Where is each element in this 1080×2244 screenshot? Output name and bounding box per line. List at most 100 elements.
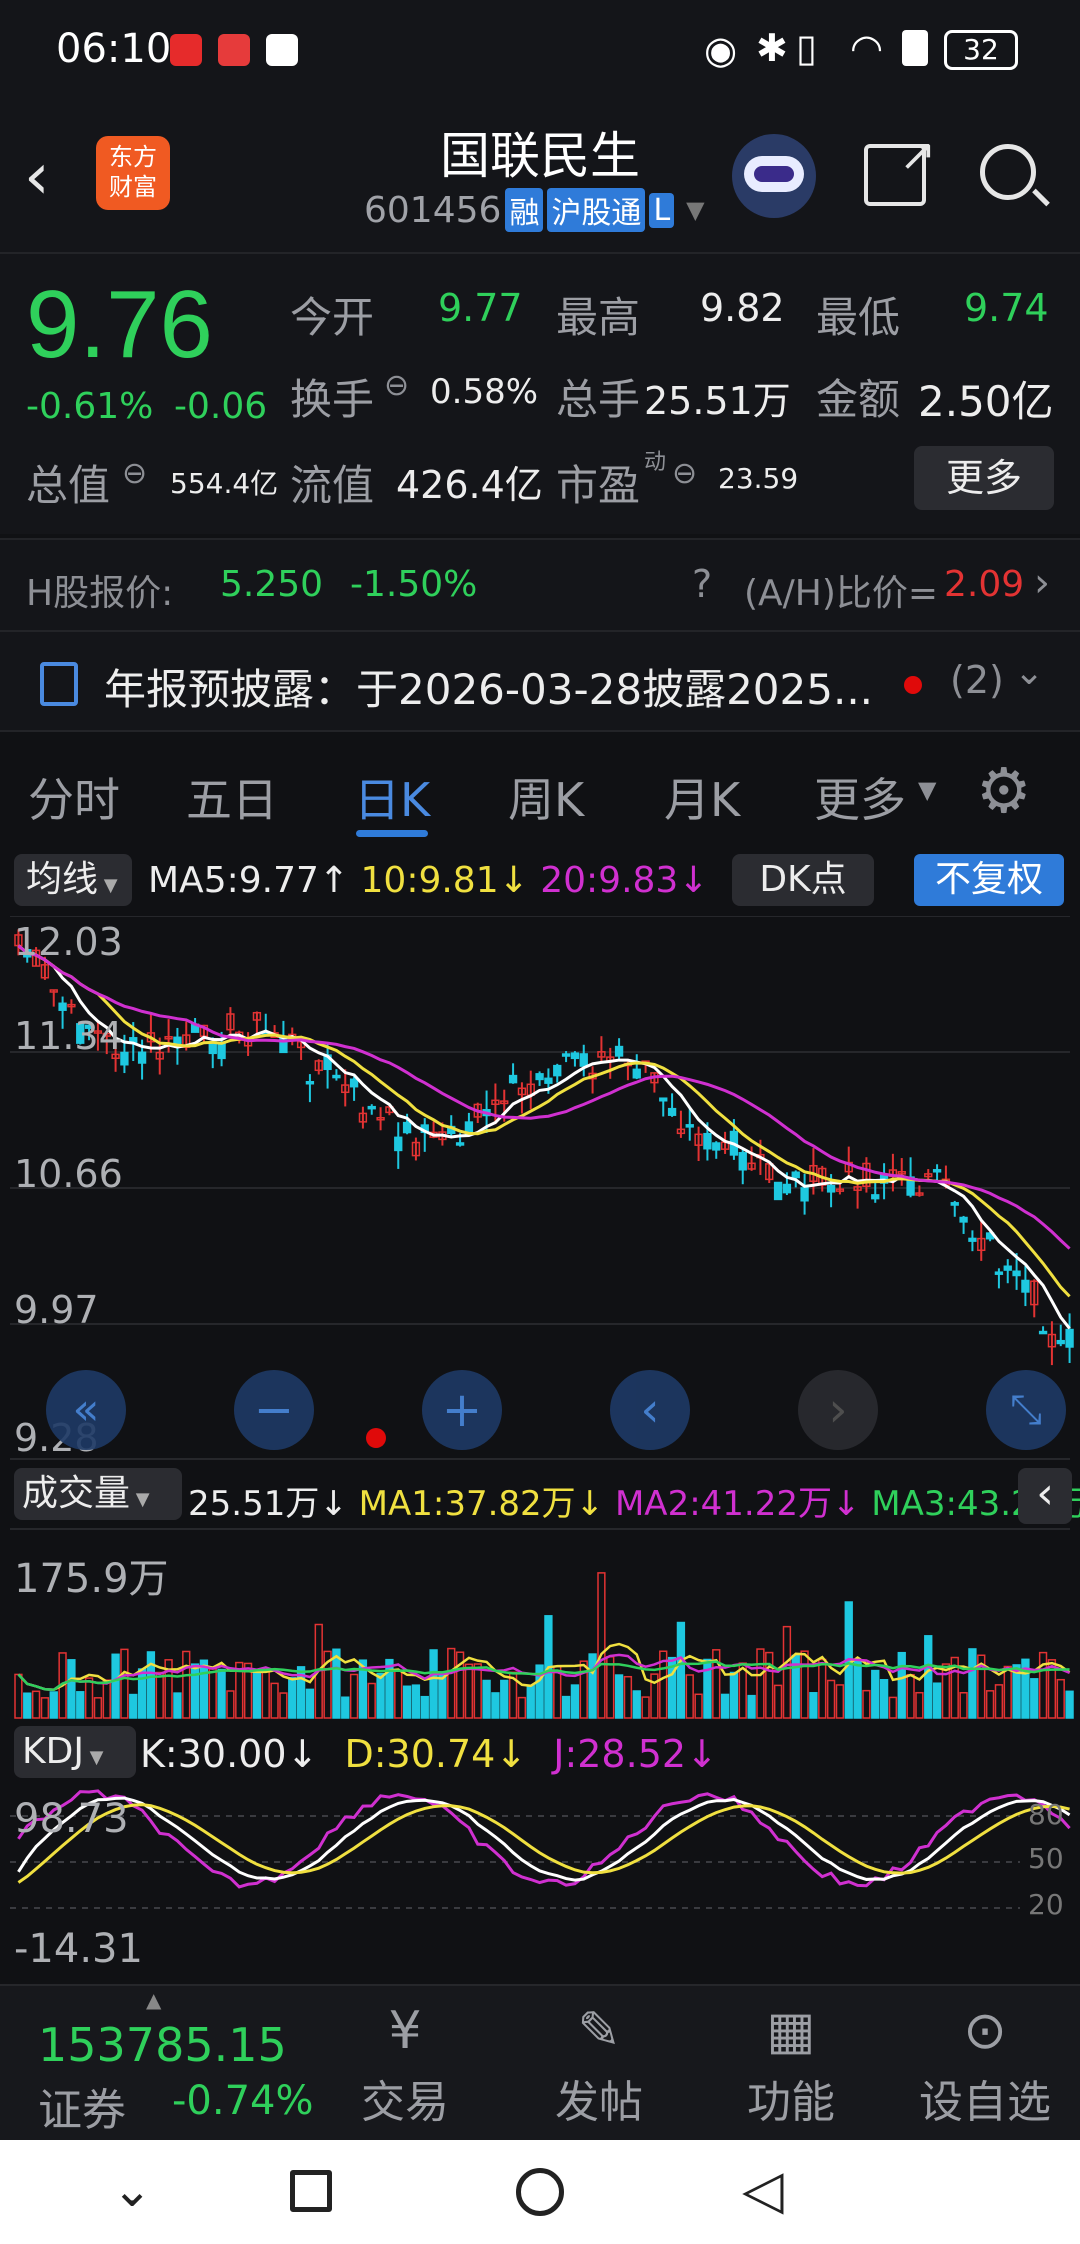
turnover-info-icon[interactable]: ⊖ [384, 368, 409, 403]
kline-candle-body [332, 1074, 341, 1079]
volume-bar [862, 1689, 871, 1719]
kline-candle-body [544, 1077, 553, 1084]
logo-text-1: 东方 [109, 143, 157, 171]
volume-bar [252, 1671, 262, 1719]
kline-candle-body [773, 1181, 783, 1201]
info-icon[interactable]: ⊖ [122, 456, 147, 491]
volume-bar [394, 1670, 403, 1719]
zoom-in-button[interactable]: + [422, 1370, 502, 1450]
volume-bar [464, 1663, 474, 1719]
kline-candle-body [402, 1121, 412, 1134]
volume-bar [226, 1690, 235, 1719]
index-value[interactable]: 153785.15 [38, 2018, 287, 2072]
kline-candle-body [535, 1073, 544, 1081]
volume-bar [270, 1682, 279, 1719]
volume-bar [579, 1660, 588, 1719]
volume-bar [31, 1690, 41, 1719]
nav-trade[interactable]: ¥ 交易 [350, 1996, 460, 2130]
nav-add-watch[interactable]: ⊙ 设自选 [910, 1996, 1060, 2130]
tab-intraday[interactable]: 分时 [28, 764, 120, 830]
open-label: 今开 [290, 293, 375, 342]
high-value: 9.82 [700, 286, 785, 330]
kline-candle-body [871, 1194, 880, 1200]
nav-post-label: 发帖 [555, 2077, 643, 2128]
volume-bar [279, 1692, 288, 1719]
search-icon[interactable] [980, 144, 1050, 207]
volume-selector[interactable]: 成交量 ▼ [14, 1468, 182, 1520]
kline-candle-body [1038, 1330, 1048, 1335]
back-icon[interactable]: ‹ [24, 140, 50, 214]
robot-assistant-icon[interactable] [732, 134, 816, 218]
volume-bar [968, 1648, 977, 1719]
event-marker-dot[interactable] [366, 1428, 386, 1448]
tab-five-day[interactable]: 五日 [186, 764, 278, 830]
wifi-icon: ◠ [850, 26, 884, 70]
volume-bar [809, 1692, 818, 1719]
kline-candle-body [508, 1074, 518, 1084]
app-notification-icon [170, 34, 202, 66]
collapse-handle[interactable]: ▲ [146, 1988, 161, 2012]
nav-post[interactable]: ✎ 发帖 [544, 1996, 654, 2130]
collapse-panel-button[interactable]: ‹ [1018, 1468, 1072, 1524]
zoom-out-button[interactable]: − [234, 1370, 314, 1450]
more-button[interactable]: 更多 [914, 446, 1054, 510]
gear-icon[interactable]: ⚙ [976, 754, 1032, 827]
hshare-label: H股报价: [26, 573, 174, 614]
pe-info-icon[interactable]: ⊖ [672, 456, 697, 491]
volume-bar [102, 1679, 111, 1719]
ma-selector[interactable]: 均线 ▼ [14, 854, 132, 906]
volume-bar [146, 1651, 156, 1719]
volume-bar [84, 1677, 94, 1719]
chevron-down-icon[interactable]: ⌄ [1014, 652, 1044, 693]
volume-label: 总手 [556, 375, 641, 424]
chevron-down-icon[interactable]: ▼ [686, 196, 704, 224]
volume-bar [49, 1691, 58, 1719]
help-icon[interactable]: ? [692, 562, 712, 606]
tab-more-caret-icon: ▼ [918, 776, 937, 804]
logo-text-2: 财富 [109, 173, 157, 201]
hshare-row[interactable]: H股报价: 5.250 -1.50% ? (A/H)比价= 2.09 › [0, 538, 1080, 630]
nav-function[interactable]: ▦ 功能 [736, 1996, 846, 2130]
volume-ma2: MA2:41.22万↓ [614, 1484, 861, 1524]
volume-bar [376, 1672, 385, 1719]
adjust-button[interactable]: 不复权 [914, 854, 1064, 906]
volume-bar [1030, 1678, 1039, 1719]
index-change: -0.74% [172, 2078, 314, 2124]
kline-chart[interactable] [0, 916, 1080, 1460]
scroll-right-button[interactable]: › [798, 1370, 878, 1450]
volume-bar [906, 1673, 915, 1719]
dk-point-button[interactable]: DK点 [732, 854, 874, 906]
chevron-down-icon[interactable]: ⌄ [112, 2162, 152, 2218]
ma5-value: MA5:9.77 [148, 860, 319, 901]
fullscreen-button[interactable]: ⤡ [986, 1370, 1066, 1450]
recents-square-icon[interactable] [290, 2170, 332, 2212]
kline-candle-body [570, 1052, 580, 1060]
volume-bar [1056, 1678, 1065, 1719]
home-circle-icon[interactable] [516, 2168, 564, 2216]
scroll-left-button[interactable]: ‹ [610, 1370, 690, 1450]
tab-more[interactable]: 更多 [814, 764, 906, 830]
volume-bar [40, 1697, 50, 1719]
tab-daily-k[interactable]: 日K [354, 764, 430, 830]
kline-candle-body [1065, 1328, 1074, 1348]
share-icon[interactable]: ↗ [864, 134, 936, 206]
chevron-right-icon[interactable]: › [1034, 560, 1050, 606]
kdj-axis-top: 98.73 [14, 1796, 129, 1842]
tab-monthly-k[interactable]: 月K [664, 764, 740, 830]
margin-tag: 融 [505, 188, 544, 232]
volume-bar [473, 1663, 482, 1719]
volume-bar [190, 1663, 200, 1719]
scroll-start-button[interactable]: « [46, 1370, 126, 1450]
back-triangle-icon[interactable]: ◁ [742, 2158, 784, 2221]
kdj-chart[interactable] [0, 1786, 1080, 1982]
volume-bar [782, 1625, 792, 1719]
volume-bar [129, 1693, 138, 1719]
alert-icon [902, 30, 928, 66]
kdj-selector[interactable]: KDJ ▼ [14, 1726, 136, 1778]
volume-value: 25.51万 [644, 379, 791, 423]
kline-candle-body [932, 1169, 942, 1173]
tab-weekly-k[interactable]: 周K [508, 764, 584, 830]
volume-bar [570, 1684, 580, 1719]
notice-row[interactable]: 年报预披露：于2026-03-28披露2025... (2) ⌄ [0, 630, 1080, 730]
kline-candle-body [659, 1097, 668, 1102]
